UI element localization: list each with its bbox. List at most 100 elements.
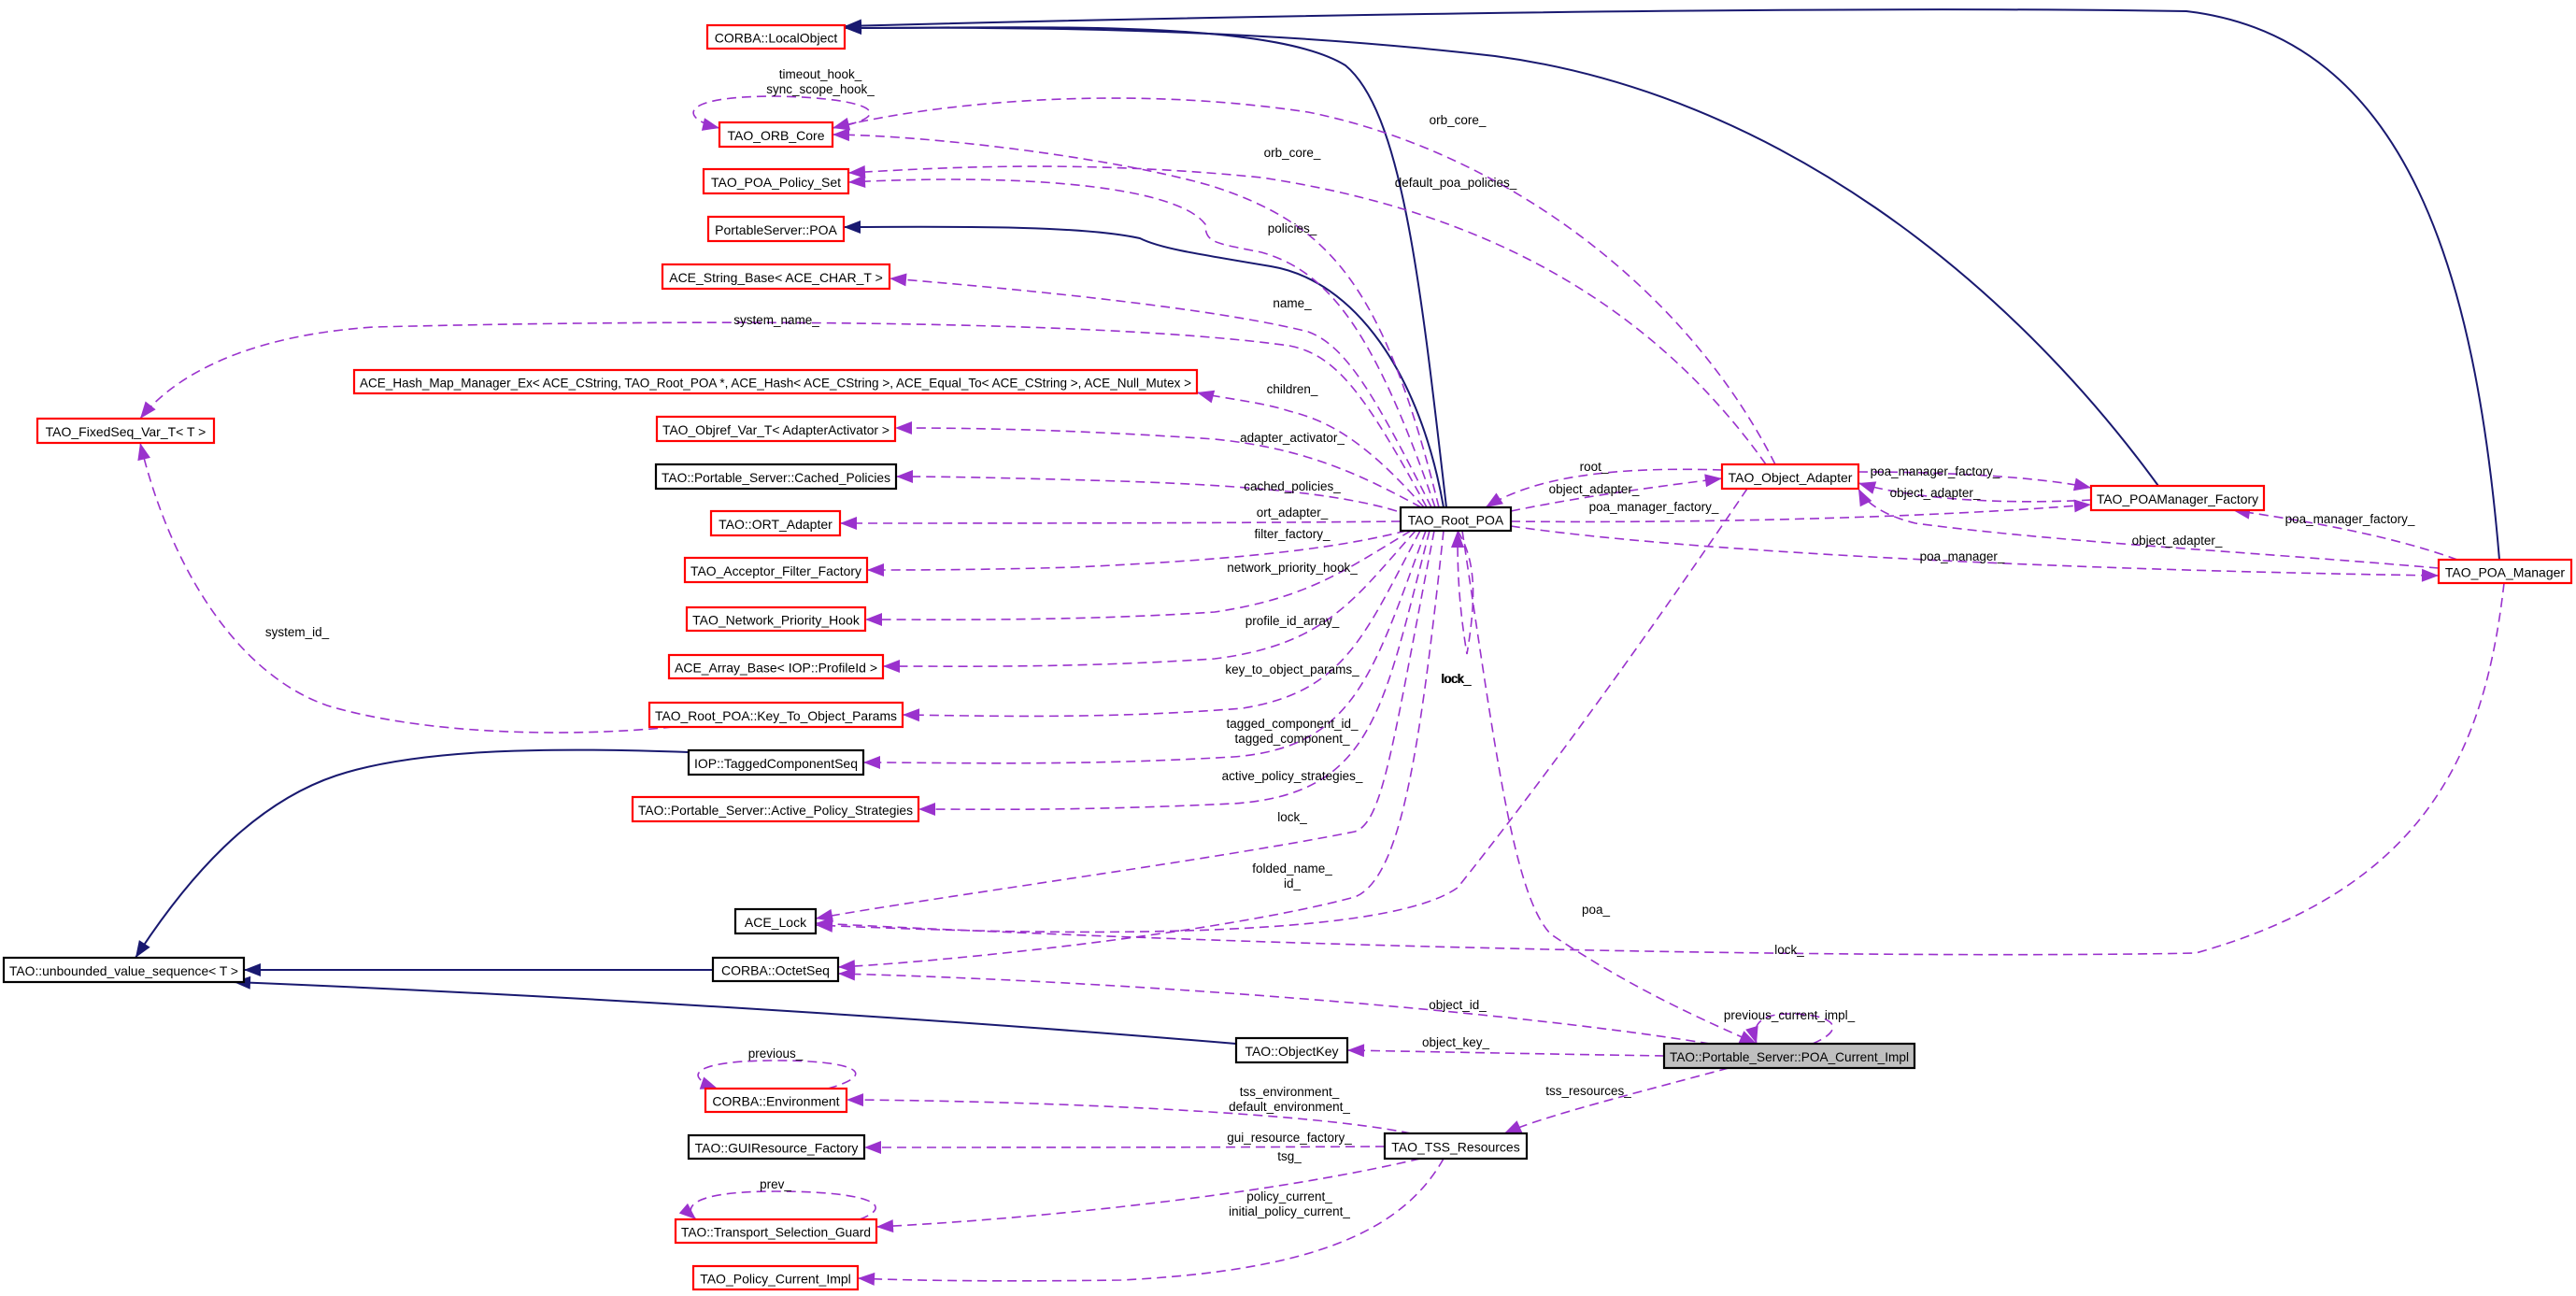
arrowhead-icon <box>833 128 850 142</box>
edge-label: gui_resource_factory_ <box>1227 1131 1352 1145</box>
node-ace-string-base[interactable]: ACE_String_Base< ACE_CHAR_T > <box>661 263 891 291</box>
edge-label: poa_manager_factory_ <box>1871 464 2000 478</box>
node-label: IOP::TaggedComponentSeq <box>694 756 858 771</box>
node-tao-fixedseq-var[interactable]: TAO_FixedSeq_Var_T< T > <box>36 417 216 445</box>
arrowhead-icon <box>896 470 913 483</box>
edge-line <box>847 178 1436 508</box>
arrowhead-icon <box>701 118 719 131</box>
node-acceptor-filter-factory[interactable]: TAO_Acceptor_Filter_Factory <box>683 556 869 584</box>
node-label: TAO::ObjectKey <box>1245 1044 1338 1059</box>
arrowhead-icon <box>918 803 935 816</box>
node-label: TAO_POAManager_Factory <box>2097 491 2258 506</box>
node-poamanager-factory[interactable]: TAO_POAManager_Factory <box>2089 484 2266 512</box>
edge-label: object_id_ <box>1429 998 1487 1012</box>
inheritance-edge-corba-octetseq-to-unbounded-value-sequence <box>244 963 713 976</box>
node-portableserver-poa[interactable]: PortableServer::POA <box>706 215 846 243</box>
edge-line <box>864 530 1412 620</box>
node-unbounded-value-sequence[interactable]: TAO::unbounded_value_sequence< T > <box>2 956 246 984</box>
node-label: TAO_Root_POA <box>1408 513 1504 528</box>
node-label: TAO_POA_Policy_Set <box>711 175 841 190</box>
arrowhead-icon <box>865 613 882 626</box>
node-label: ACE_Lock <box>745 915 807 930</box>
usage-edge-tao-poa-manager-to-ace-lock <box>815 582 2505 956</box>
node-label: TAO_POA_Manager <box>2445 565 2565 580</box>
arrowhead-icon <box>863 756 880 769</box>
edge-line <box>902 530 1421 718</box>
arrowhead-icon <box>678 1203 696 1219</box>
edge-label: poa_manager_factory_ <box>1589 500 1719 514</box>
edge-label: object_key_ <box>1422 1035 1490 1049</box>
node-label: CORBA::LocalObject <box>715 31 838 46</box>
node-tao-object-adapter[interactable]: TAO_Object_Adapter <box>1720 463 1860 491</box>
node-poa-current-impl[interactable]: TAO::Portable_Server::POA_Current_Impl <box>1662 1042 1916 1070</box>
usage-edge-tao-tss-resources-to-transport-selection-guard <box>875 1158 1421 1233</box>
edge-line <box>844 26 2159 487</box>
edge-label: system_name_ <box>733 313 819 327</box>
node-corba-localobject[interactable]: CORBA::LocalObject <box>705 23 847 50</box>
node-key-to-object-params[interactable]: TAO_Root_POA::Key_To_Object_Params <box>648 701 904 729</box>
edge-line <box>1461 530 1758 1045</box>
node-label: TAO_ORB_Core <box>728 128 825 143</box>
edge-label: previous_ <box>748 1047 804 1061</box>
node-gui-resource-factory[interactable]: TAO::GUIResource_Factory <box>687 1133 866 1161</box>
edge-line <box>1503 1067 1729 1134</box>
arrowhead-icon <box>864 1141 881 1154</box>
node-active-policy-strategies[interactable]: TAO::Portable_Server::Active_Policy_Stra… <box>631 795 920 823</box>
node-label: TAO_Object_Adapter <box>1729 470 1853 485</box>
node-tao-poa-manager[interactable]: TAO_POA_Manager <box>2437 558 2573 585</box>
arrowhead-icon <box>840 517 857 530</box>
edge-label: policy_current_ <box>1246 1189 1332 1203</box>
usage-edge-tao-root-poa-to-tao-root-poa <box>1451 530 1474 655</box>
edge-line <box>697 1060 857 1089</box>
edge-line <box>815 582 2505 956</box>
node-tao-objref-var[interactable]: TAO_Objref_Var_T< AdapterActivator > <box>655 415 897 443</box>
usage-edge-key-to-object-params-to-tao-fixedseq-var <box>137 442 674 733</box>
arrowhead-icon <box>2073 499 2091 513</box>
edge-label: children_ <box>1267 382 1318 396</box>
node-ace-hash-map[interactable]: ACE_Hash_Map_Manager_Ex< ACE_CString, TA… <box>352 368 1199 395</box>
arrowhead-icon <box>1504 1120 1523 1133</box>
edge-label: prev_ <box>760 1177 791 1191</box>
edge-label: policies_ <box>1268 221 1317 235</box>
arrowhead-icon <box>137 443 150 462</box>
edge-label: poa_manager_ <box>1920 549 2005 563</box>
node-network-priority-hook[interactable]: TAO_Network_Priority_Hook <box>685 605 867 633</box>
edge-label: lock_ <box>1774 943 1804 957</box>
node-corba-octetseq[interactable]: CORBA::OctetSeq <box>711 956 840 983</box>
node-label: CORBA::Environment <box>712 1094 839 1109</box>
edge-label: id_ <box>1284 876 1302 890</box>
inheritance-edge-tagged-component-seq-to-unbounded-value-sequence <box>135 748 690 959</box>
node-tao-poa-policy-set[interactable]: TAO_POA_Policy_Set <box>702 167 850 195</box>
node-ace-array-base[interactable]: ACE_Array_Base< IOP::ProfileId > <box>667 653 885 680</box>
edge-label: default_poa_policies_ <box>1395 176 1517 190</box>
edge-line <box>843 225 1445 508</box>
node-tao-objectkey[interactable]: TAO::ObjectKey <box>1234 1036 1349 1064</box>
node-tagged-component-seq[interactable]: IOP::TaggedComponentSeq <box>687 748 865 776</box>
usage-edge-tao-root-poa-to-key-to-object-params <box>902 530 1421 722</box>
edge-label: orb_core_ <box>1430 113 1487 127</box>
inheritance-edge-tao-root-poa-to-portableserver-poa <box>843 221 1445 508</box>
arrowhead-icon <box>858 1272 875 1286</box>
edge-line <box>847 165 1767 465</box>
edge-line <box>837 530 1445 968</box>
node-tao-orb-core[interactable]: TAO_ORB_Core <box>718 121 834 149</box>
edge-line <box>839 520 1402 524</box>
edge-line <box>882 530 1416 667</box>
arrowhead-icon <box>876 1219 894 1233</box>
node-tao-tss-resources[interactable]: TAO_TSS_Resources <box>1383 1132 1529 1161</box>
node-label: TAO::unbounded_value_sequence< T > <box>9 963 238 978</box>
node-label: TAO_Policy_Current_Impl <box>700 1272 851 1287</box>
node-tao-root-poa[interactable]: TAO_Root_POA <box>1399 506 1513 533</box>
edge-label: tagged_component_ <box>1234 732 1350 746</box>
node-ort-adapter[interactable]: TAO::ORT_Adapter <box>709 509 842 537</box>
edge-label: cached_policies_ <box>1244 479 1341 493</box>
node-corba-environment[interactable]: CORBA::Environment <box>704 1087 848 1114</box>
node-label: TAO_FixedSeq_Var_T< T > <box>46 424 206 439</box>
arrowhead-icon <box>833 117 851 131</box>
node-transport-selection-guard[interactable]: TAO::Transport_Selection_Guard <box>674 1218 878 1245</box>
node-policy-current-impl[interactable]: TAO_Policy_Current_Impl <box>691 1264 860 1291</box>
node-label: ACE_Array_Base< IOP::ProfileId > <box>675 661 877 676</box>
node-cached-policies[interactable]: TAO::Portable_Server::Cached_Policies <box>654 463 898 491</box>
node-ace-lock[interactable]: ACE_Lock <box>733 907 818 935</box>
edge-line <box>690 1190 876 1220</box>
